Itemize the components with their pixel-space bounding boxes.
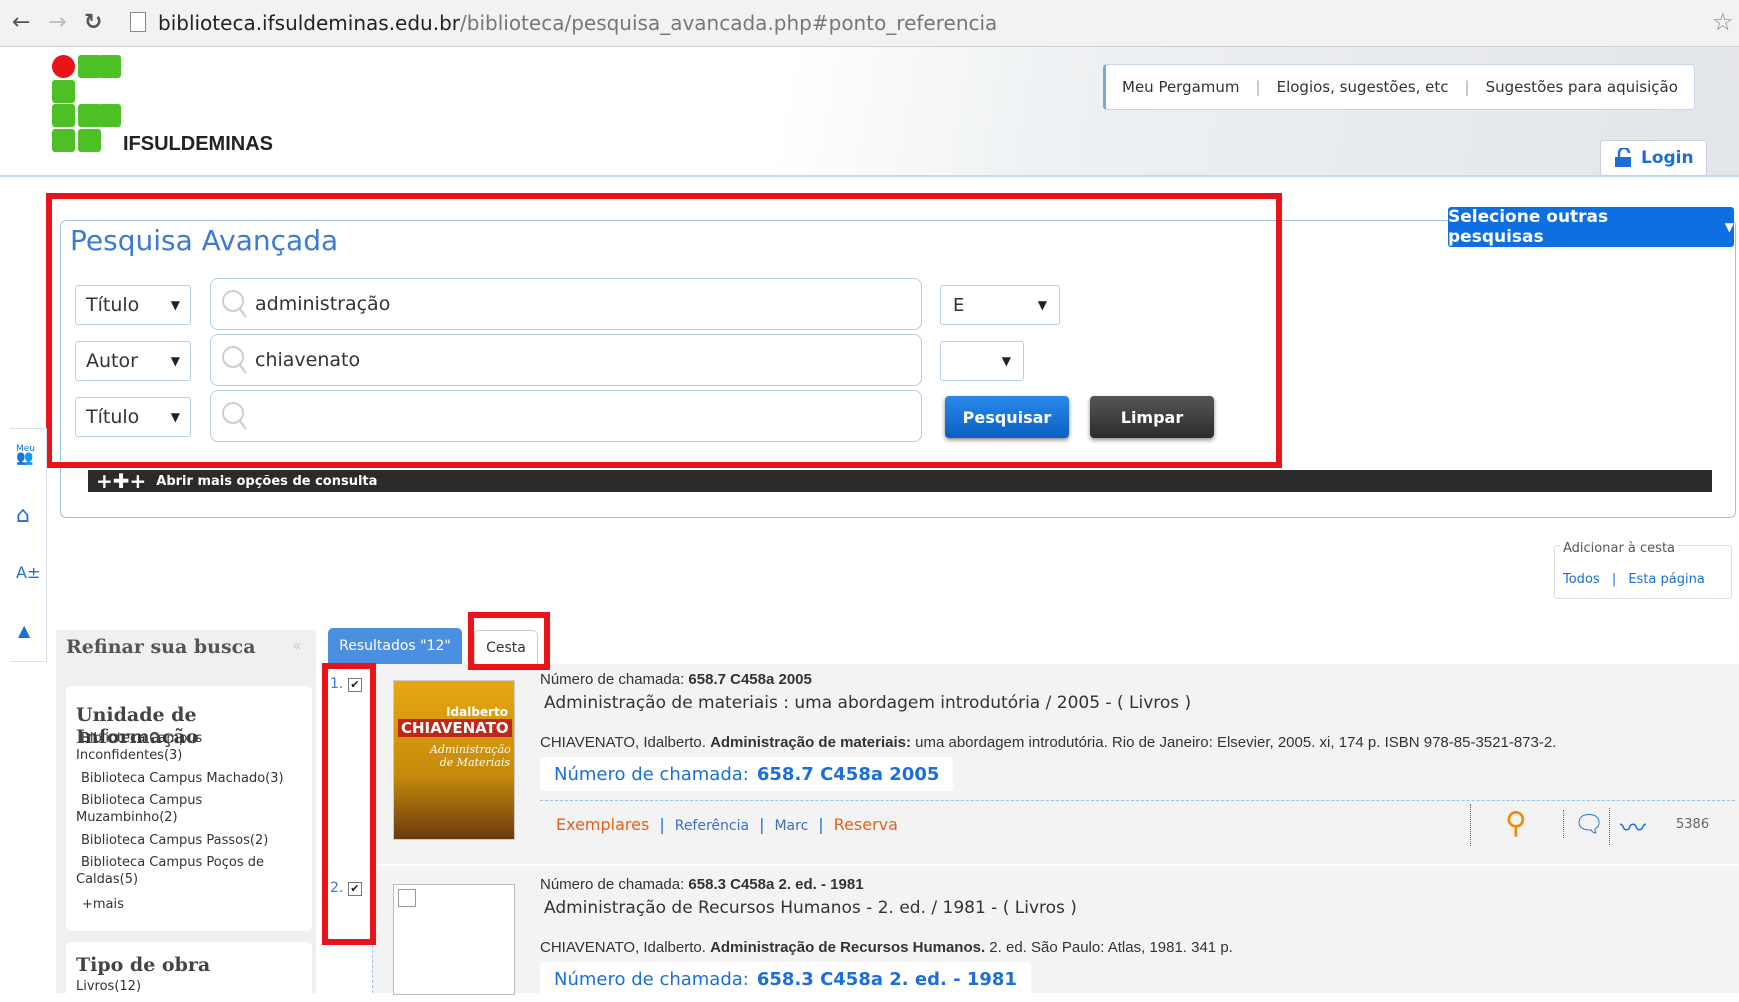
basket-all-link[interactable]: Todos: [1563, 572, 1600, 587]
cover-name: CHIAVENATO: [398, 719, 512, 737]
stats-icon[interactable]: 〰: [1609, 808, 1646, 845]
link-sugestoes-aquisicao[interactable]: Sugestões para aquisição: [1486, 78, 1678, 96]
result-reference: CHIAVENATO, Idalberto. Administração de …: [540, 734, 1557, 751]
basket-page-link[interactable]: Esta página: [1628, 572, 1704, 587]
comment-icon[interactable]: 🗨: [1563, 810, 1604, 838]
facet-item[interactable]: Biblioteca Campus Poços de Caldas(5): [76, 854, 276, 888]
highlight-box-checkboxes: [322, 663, 376, 945]
dropdown-arrow-icon: ▼: [1724, 220, 1734, 234]
facet-item[interactable]: Biblioteca Campus Machado(3): [76, 770, 306, 787]
broken-image-icon: [398, 889, 416, 907]
forward-icon[interactable]: →: [48, 10, 66, 35]
logo-text: IFSULDEMINAS: [123, 133, 273, 155]
call-label: Número de chamada:: [554, 968, 749, 990]
other-searches-button[interactable]: Selecione outras pesquisas ▼: [1448, 207, 1734, 247]
call-number-box: Número de chamada: 658.3 C458a 2. ed. - 1…: [540, 962, 1031, 996]
cover-author: Idalberto: [446, 705, 508, 719]
scroll-top-icon[interactable]: ▲: [18, 621, 30, 640]
top-links: Meu Pergamum | Elogios, sugestões, etc |…: [1103, 64, 1695, 110]
cover-title: Administração de Materiais: [430, 743, 511, 769]
exemplares-link[interactable]: Exemplares: [556, 815, 649, 834]
login-button[interactable]: Login: [1600, 140, 1707, 176]
link-elogios[interactable]: Elogios, sugestões, etc: [1277, 78, 1449, 96]
refine-title: Refinar sua busca: [66, 636, 256, 658]
call-label: Número de chamada:: [554, 763, 749, 785]
more-options-label: Abrir mais opções de consulta: [156, 473, 378, 489]
result-title[interactable]: Administração de materiais : uma abordag…: [544, 693, 1191, 713]
call-value: 658.7 C458a 2005: [756, 763, 940, 785]
book-cover[interactable]: Idalberto CHIAVENATO Administração de Ma…: [393, 680, 515, 840]
back-icon[interactable]: ←: [12, 10, 30, 35]
result-reference: CHIAVENATO, Idalberto. Administração de …: [540, 939, 1233, 956]
call-value: 658.3 C458a 2. ed. - 1981: [756, 968, 1017, 990]
unlock-icon: [1615, 148, 1631, 167]
link-meu-pergamum[interactable]: Meu Pergamum: [1122, 78, 1240, 96]
result-title[interactable]: Administração de Recursos Humanos - 2. e…: [544, 898, 1077, 918]
font-size-icon[interactable]: A±: [16, 563, 40, 582]
facet-type-card: Tipo de obra Livros(12): [66, 942, 312, 1002]
more-options-bar[interactable]: +✚+ Abrir mais opções de consulta: [88, 469, 1712, 493]
search-reader-icon[interactable]: ⚲: [1505, 806, 1527, 841]
highlight-box-basket: [468, 612, 550, 670]
url-domain: biblioteca.ifsuldeminas.edu.br: [158, 11, 461, 35]
meu-icon[interactable]: Meu 👥: [16, 445, 35, 466]
call-number-line: Número de chamada: 658.7 C458a 2005: [540, 671, 812, 688]
login-label: Login: [1641, 148, 1694, 168]
referencia-link[interactable]: Referência: [675, 818, 749, 834]
marc-link[interactable]: Marc: [774, 818, 808, 834]
facet-unit-card: Unidade de Informação Biblioteca Campus …: [66, 686, 312, 931]
highlight-box-search: [46, 193, 1282, 468]
other-searches-label: Selecione outras pesquisas: [1448, 207, 1609, 247]
url-path: /biblioteca/pesquisa_avancada.php#ponto_…: [460, 11, 998, 35]
tab-results[interactable]: Resultados "12": [328, 628, 462, 664]
facet-type-title: Tipo de obra: [76, 954, 211, 976]
views-count: 5386: [1676, 817, 1710, 832]
collapse-icon[interactable]: «: [292, 636, 302, 655]
star-icon[interactable]: ☆: [1712, 8, 1734, 36]
facet-item[interactable]: Livros(12): [76, 978, 141, 995]
result-actions: Exemplares | Referência | Marc | Reserva: [556, 815, 898, 834]
side-toolbar: Meu 👥 ⌂ A± ▲: [10, 428, 47, 662]
address-bar[interactable]: biblioteca.ifsuldeminas.edu.br/bibliotec…: [158, 11, 997, 35]
reserva-link[interactable]: Reserva: [834, 815, 898, 834]
call-number-box: Número de chamada: 658.7 C458a 2005: [540, 757, 954, 791]
result-tools: ⚲ 🗨 〰: [1470, 804, 1659, 846]
reload-icon[interactable]: ↻: [84, 10, 102, 35]
browser-toolbar: ← → ↻ biblioteca.ifsuldeminas.edu.br/bib…: [0, 0, 1739, 47]
home-icon[interactable]: ⌂: [16, 503, 30, 528]
add-basket-legend: Adicionar à cesta: [1560, 541, 1679, 556]
facet-item[interactable]: Biblioteca Campus Muzambinho(2): [76, 792, 266, 826]
book-cover-placeholder[interactable]: [393, 884, 515, 995]
logo-dot: [52, 55, 75, 78]
facet-item[interactable]: Biblioteca Campus Passos(2): [76, 832, 306, 849]
page-icon: [130, 12, 146, 32]
facet-more-link[interactable]: +mais: [82, 896, 124, 913]
call-number-line: Número de chamada: 658.3 C458a 2. ed. - …: [540, 876, 864, 893]
facet-item[interactable]: Biblioteca Campus Inconfidentes(3): [76, 730, 296, 764]
plus-icon: +✚+: [96, 469, 147, 493]
